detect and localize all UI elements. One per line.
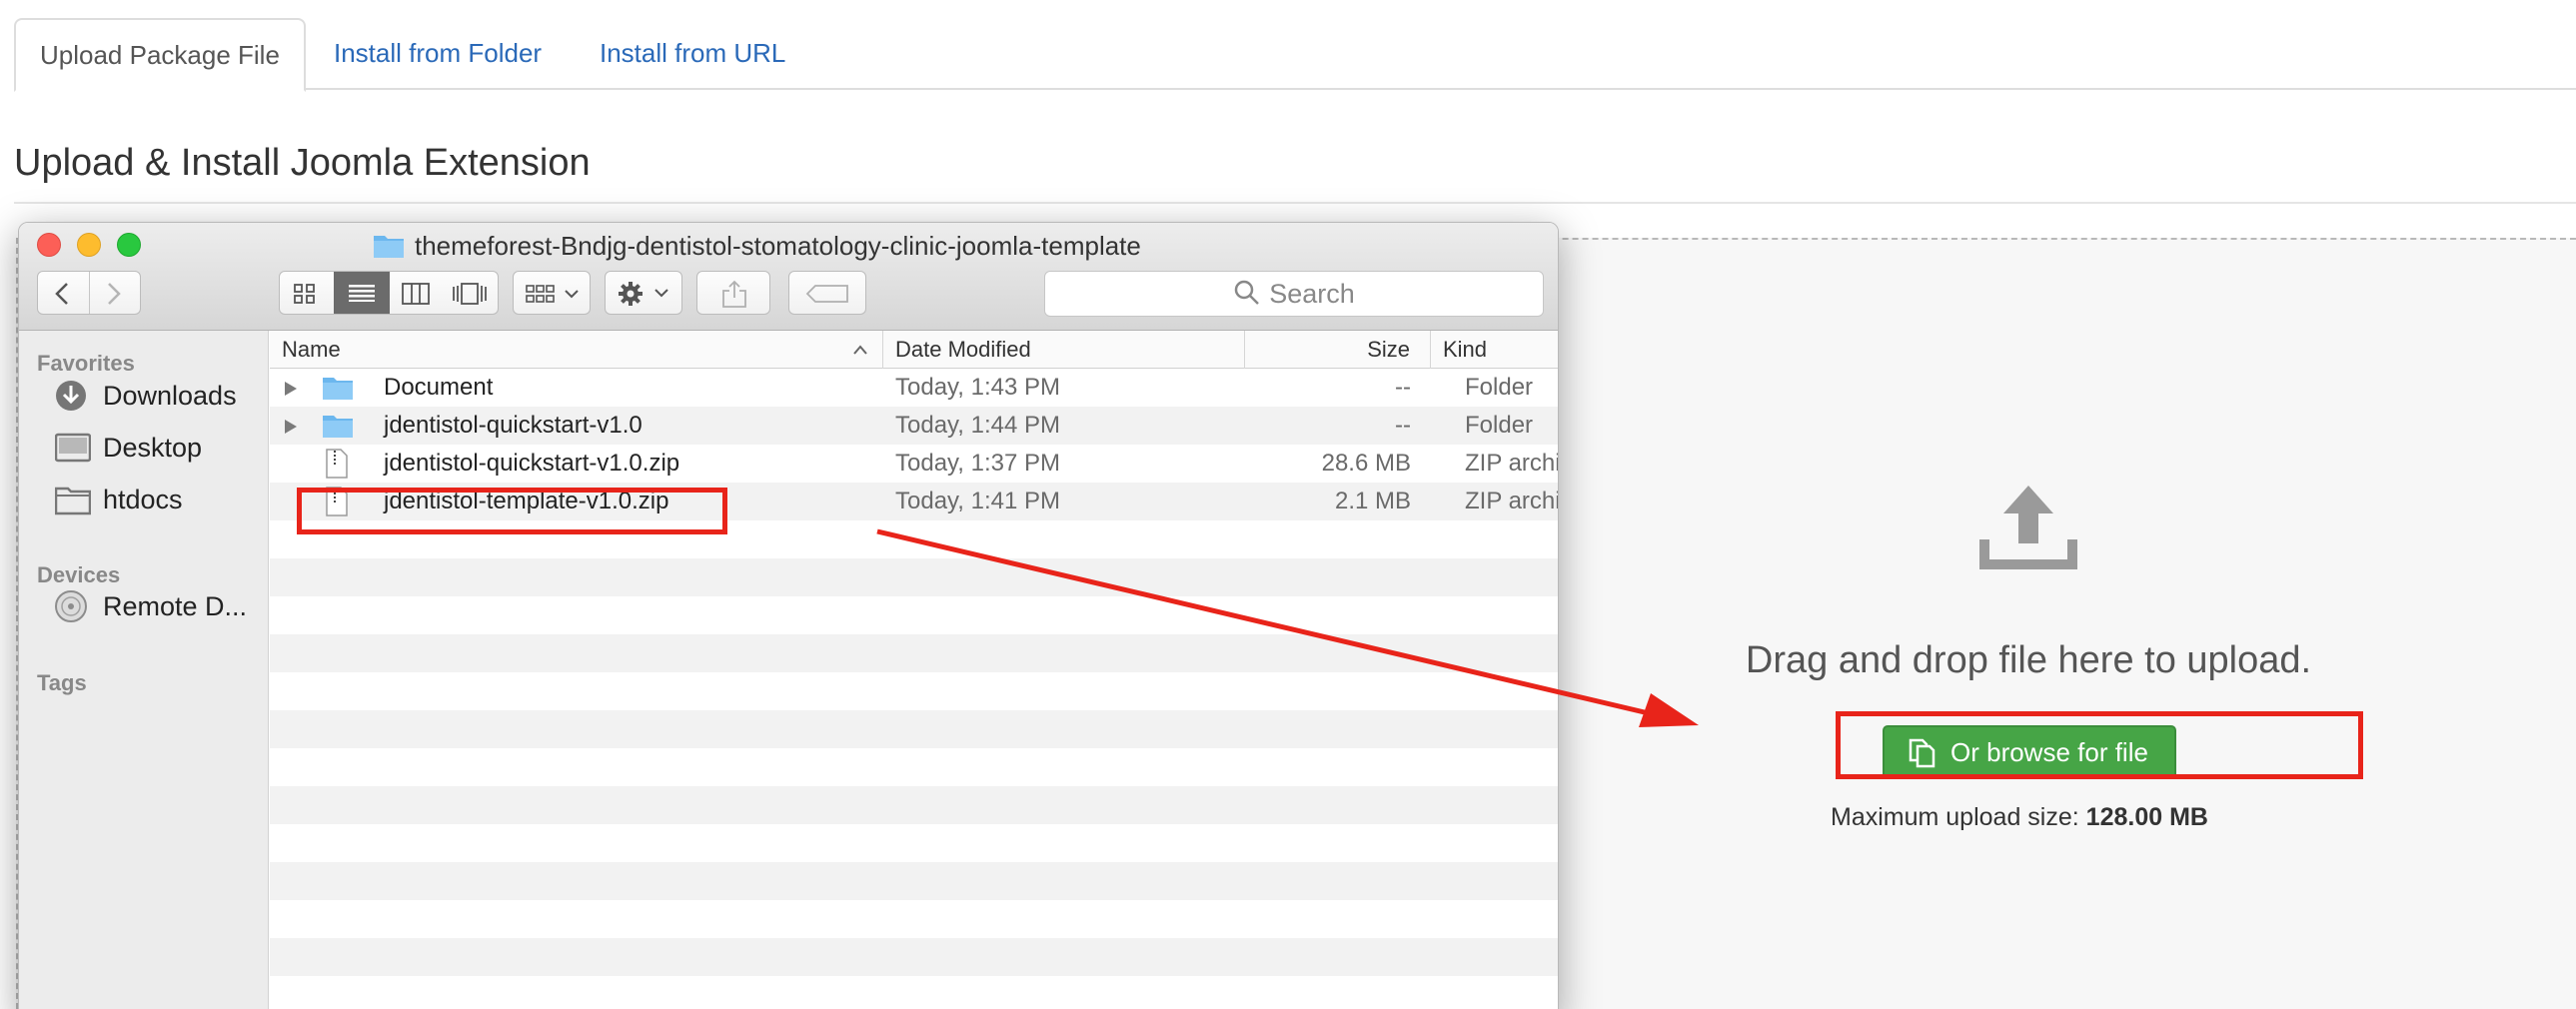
back-forward-group	[37, 271, 141, 315]
finder-window: themeforest-Bndjg-dentistol-stomatology-…	[18, 222, 1559, 1009]
file-size: --	[1395, 374, 1411, 401]
upload-icon	[1979, 486, 2077, 569]
back-arrow-icon[interactable]	[52, 282, 72, 306]
zoom-window-button[interactable]	[117, 233, 141, 257]
folder-icon	[55, 487, 91, 515]
sidebar-item-label: Remote D...	[103, 591, 248, 621]
column-view-icon[interactable]	[402, 283, 430, 305]
divider	[89, 272, 90, 314]
arrange-button[interactable]	[513, 271, 591, 315]
file-list: Name Date Modified Size Kind Document To…	[270, 331, 1558, 1009]
column-size[interactable]: Size	[1245, 331, 1431, 369]
downloads-icon	[56, 381, 86, 411]
tab-install-from-folder[interactable]: Install from Folder	[310, 18, 566, 90]
column-name[interactable]: Name	[270, 331, 883, 369]
view-mode-group	[279, 271, 499, 315]
folder-icon	[323, 416, 353, 438]
file-size: 28.6 MB	[1321, 450, 1411, 477]
install-tabs: Upload Package File Install from Folder …	[14, 18, 2576, 92]
page-title: Upload & Install Joomla Extension	[14, 142, 591, 184]
close-window-button[interactable]	[37, 233, 61, 257]
devices-heading: Devices	[37, 562, 121, 587]
drop-instruction: Drag and drop file here to upload.	[1745, 639, 2312, 681]
file-date: Today, 1:44 PM	[895, 412, 1060, 439]
tags-heading: Tags	[37, 670, 87, 695]
gear-icon	[619, 282, 668, 306]
file-date: Today, 1:43 PM	[895, 374, 1060, 401]
sidebar-item-downloads[interactable]: Downloads	[55, 376, 237, 416]
desktop-icon	[55, 433, 91, 463]
file-rows: Document Today, 1:43 PM -- Folder jdenti…	[270, 369, 1558, 1009]
folder-icon	[323, 378, 353, 400]
file-date: Today, 1:41 PM	[895, 488, 1060, 514]
disc-icon	[55, 590, 87, 622]
edit-tags-button[interactable]	[788, 271, 866, 315]
minimize-window-button[interactable]	[77, 233, 101, 257]
disclosure-triangle-icon[interactable]	[284, 419, 298, 435]
highlight-template-zip	[297, 488, 727, 534]
file-size: 2.1 MB	[1334, 488, 1411, 514]
favorites-heading: Favorites	[37, 351, 135, 376]
file-row[interactable]: jdentistol-quickstart-v1.0 Today, 1:44 P…	[270, 407, 1558, 445]
file-name: Document	[384, 374, 494, 401]
disclosure-triangle-icon[interactable]	[284, 381, 298, 397]
tab-install-from-url[interactable]: Install from URL	[576, 18, 809, 90]
sidebar-item-remote-disc[interactable]: Remote D...	[55, 586, 247, 626]
finder-titlebar: themeforest-Bndjg-dentistol-stomatology-…	[19, 223, 1558, 331]
highlight-browse-button	[1836, 711, 2363, 779]
zip-archive-icon	[326, 449, 348, 479]
file-kind: ZIP archiv	[1465, 450, 1558, 477]
sort-ascending-icon	[853, 345, 867, 355]
sidebar-item-label: Desktop	[103, 433, 203, 463]
arrange-grid-icon	[526, 285, 579, 303]
file-date: Today, 1:37 PM	[895, 450, 1060, 477]
column-name-label: Name	[282, 337, 341, 362]
cover-flow-icon[interactable]	[452, 283, 488, 305]
file-row[interactable]: Document Today, 1:43 PM -- Folder	[270, 369, 1558, 407]
max-upload-label: Maximum upload size:	[1831, 803, 2079, 831]
window-title-text: themeforest-Bndjg-dentistol-stomatology-…	[415, 231, 1141, 261]
file-row[interactable]: jdentistol-quickstart-v1.0.zip Today, 1:…	[270, 445, 1558, 483]
action-button[interactable]	[605, 271, 682, 315]
file-kind: Folder	[1465, 374, 1534, 401]
tab-upload-package-file[interactable]: Upload Package File	[14, 18, 306, 92]
search-icon	[1234, 280, 1260, 305]
file-kind: ZIP archiv	[1465, 488, 1558, 514]
file-size: --	[1395, 412, 1411, 439]
sidebar-item-desktop[interactable]: Desktop	[55, 428, 202, 468]
share-icon	[722, 280, 746, 308]
file-kind: Folder	[1465, 412, 1534, 439]
column-header: Name Date Modified Size Kind	[270, 331, 1558, 369]
sidebar-item-label: Downloads	[103, 381, 237, 411]
list-view-icon	[349, 285, 375, 302]
column-date-modified[interactable]: Date Modified	[883, 331, 1245, 369]
forward-arrow-icon[interactable]	[104, 282, 124, 306]
tag-icon	[805, 285, 848, 303]
finder-search-field[interactable]: Search	[1044, 271, 1544, 317]
list-view-button[interactable]	[334, 272, 390, 314]
sidebar-item-htdocs[interactable]: htdocs	[55, 480, 183, 519]
file-name: jdentistol-quickstart-v1.0.zip	[384, 450, 680, 477]
window-title: themeforest-Bndjg-dentistol-stomatology-…	[371, 231, 1141, 262]
share-button[interactable]	[696, 271, 770, 315]
icon-view-icon[interactable]	[294, 284, 316, 304]
column-kind[interactable]: Kind	[1431, 331, 1558, 369]
title-divider	[14, 202, 2576, 204]
sidebar-item-label: htdocs	[103, 485, 183, 514]
max-upload-size: Maximum upload size: 128.00 MB	[1831, 803, 2208, 832]
search-placeholder: Search	[1269, 279, 1355, 309]
file-name: jdentistol-quickstart-v1.0	[384, 412, 643, 439]
finder-sidebar: Favorites Downloads Desktop htdocs Devic…	[19, 331, 269, 1009]
max-upload-value: 128.00 MB	[2085, 803, 2208, 831]
